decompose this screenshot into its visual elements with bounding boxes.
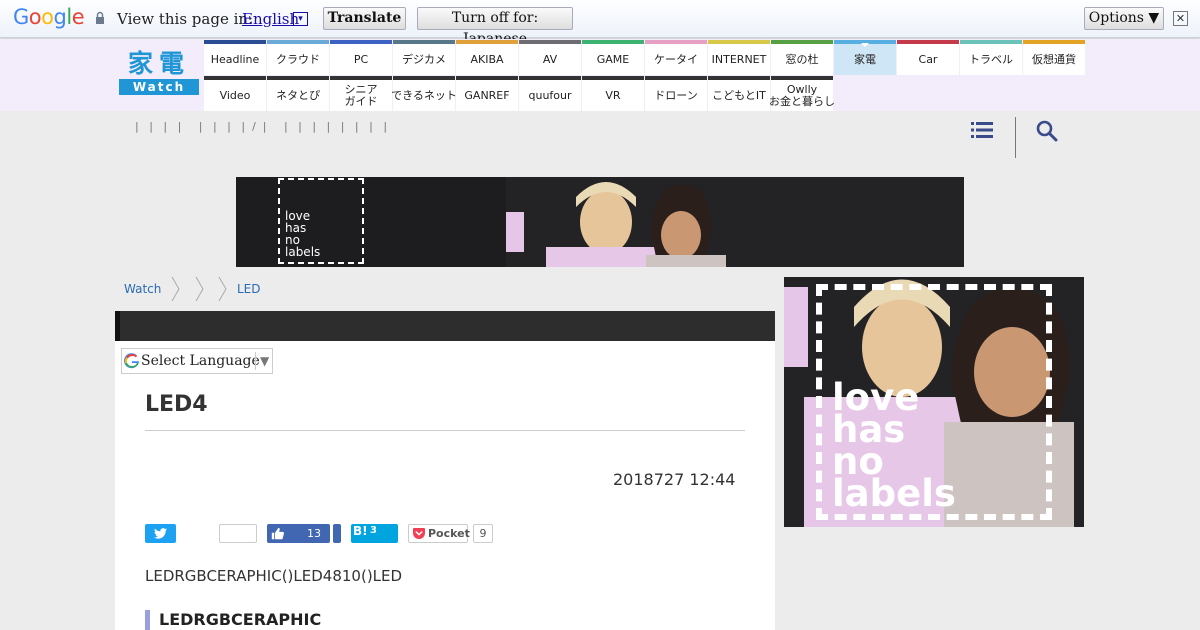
- google-g-icon: [124, 353, 139, 369]
- nav-bottom-item[interactable]: VR: [582, 76, 644, 111]
- thumbs-up-icon: [271, 527, 284, 540]
- nav-top-item[interactable]: AV: [519, 40, 581, 75]
- site-header: 家電 Watch Headline クラウド PC デジカメ AKIBA AV GAME ケー…: [0, 39, 1200, 111]
- sidebar-ad[interactable]: love has no labels: [784, 277, 1084, 527]
- sub-nav-marks: | | | | | | | | / | | | | | | | | |: [135, 120, 388, 133]
- nav-top-item[interactable]: INTERNET: [708, 40, 770, 75]
- translate-button[interactable]: Translate: [323, 7, 406, 30]
- nav-top-item[interactable]: GAME: [582, 40, 644, 75]
- breadcrumb-led[interactable]: LED: [237, 282, 261, 296]
- facebook-extra: [333, 524, 341, 543]
- nav-top-item[interactable]: 仮想通貨: [1023, 40, 1085, 75]
- ad-slogan: love has no labels: [278, 178, 364, 264]
- article-title: LED4: [145, 392, 208, 417]
- logo-watch: Watch: [119, 79, 199, 95]
- breadcrumb-watch[interactable]: Watch: [124, 282, 161, 296]
- article-intro: LEDRGBCERAPHIC()LED4810()LED: [145, 567, 403, 585]
- nav-top-item[interactable]: クラウド: [267, 40, 329, 75]
- nav-bottom-item[interactable]: シニア ガイド: [330, 76, 392, 111]
- article-header-bar: [115, 311, 775, 341]
- breadcrumb-separator-icon: [218, 276, 227, 302]
- nav-bottom-item[interactable]: こどもとIT: [708, 76, 770, 111]
- logo-kanji: 家電: [127, 49, 190, 78]
- search-icon[interactable]: [1036, 120, 1058, 142]
- nav-top-item[interactable]: デジカメ: [393, 40, 455, 75]
- options-button[interactable]: Options ▼: [1084, 7, 1164, 30]
- nav-bottom-item[interactable]: Owlly お金と暮らし: [769, 76, 835, 111]
- hatena-label: B!: [353, 524, 368, 538]
- pocket-count: 9: [473, 524, 493, 543]
- facebook-like-button[interactable]: 13: [267, 524, 330, 543]
- nav-top-item[interactable]: PC: [330, 40, 392, 75]
- pocket-icon: [413, 528, 425, 539]
- article: Select Language ▼ LED4 2018727 12:44 13 …: [115, 311, 775, 630]
- nav-top-item[interactable]: 家電: [834, 40, 896, 75]
- select-language[interactable]: Select Language ▼: [121, 348, 273, 374]
- translate-prompt: View this page in:: [117, 10, 254, 28]
- article-subheading: LEDRGBCERAPHIC: [145, 610, 321, 630]
- toolbar-divider: [1015, 117, 1016, 158]
- select-language-label: Select Language: [141, 353, 260, 369]
- tweet-count-bubble: [219, 524, 257, 543]
- hatena-bookmark-button[interactable]: B! 3: [351, 524, 398, 543]
- nav-bottom-item[interactable]: Video: [204, 76, 266, 111]
- nav-top-item[interactable]: トラベル: [960, 40, 1022, 75]
- nav-top-item[interactable]: Headline: [204, 40, 266, 75]
- title-divider: [145, 430, 745, 431]
- facebook-count: 13: [307, 527, 321, 540]
- twitter-share-button[interactable]: [145, 524, 176, 543]
- translate-bar: Google View this page in: English ▾ Tran…: [0, 0, 1200, 47]
- language-dropdown-icon[interactable]: ▾: [293, 12, 308, 26]
- nav-bottom-item[interactable]: ドローン: [645, 76, 707, 111]
- nav-top-item[interactable]: AKIBA: [456, 40, 518, 75]
- nav-bottom-item[interactable]: できるネット: [391, 76, 457, 111]
- select-divider: [255, 352, 256, 370]
- sidebar-ad-slogan: love has no labels: [816, 284, 1052, 520]
- breadcrumb-separator-icon: [171, 276, 180, 302]
- pocket-label: Pocket: [428, 527, 470, 540]
- menu-icon[interactable]: [971, 120, 993, 140]
- article-date: 2018727 12:44: [613, 470, 736, 489]
- close-icon[interactable]: ✕: [1173, 11, 1188, 26]
- site-logo[interactable]: 家電 Watch: [119, 49, 199, 95]
- banner-ad[interactable]: love has no labels: [236, 177, 964, 267]
- nav-top-item[interactable]: Car: [897, 40, 959, 75]
- pocket-button[interactable]: Pocket: [408, 524, 470, 543]
- google-logo: Google: [13, 5, 85, 29]
- breadcrumb-separator-icon: [195, 276, 204, 302]
- lock-icon: [96, 11, 104, 24]
- turn-off-button[interactable]: Turn off for: Japanese: [417, 7, 573, 47]
- twitter-icon: [154, 528, 167, 539]
- hatena-count: 3: [370, 525, 377, 536]
- nav-top-item[interactable]: ケータイ: [645, 40, 707, 75]
- language-link[interactable]: English: [242, 10, 299, 28]
- nav-bottom-item[interactable]: GANREF: [456, 76, 518, 111]
- nav-bottom-item[interactable]: quufour: [519, 76, 581, 111]
- nav-bottom-item[interactable]: ネタとぴ: [267, 76, 329, 111]
- select-arrow-icon: ▼: [260, 354, 270, 368]
- ad-photo: [506, 177, 964, 267]
- nav-top-item[interactable]: 窓の杜: [771, 40, 833, 75]
